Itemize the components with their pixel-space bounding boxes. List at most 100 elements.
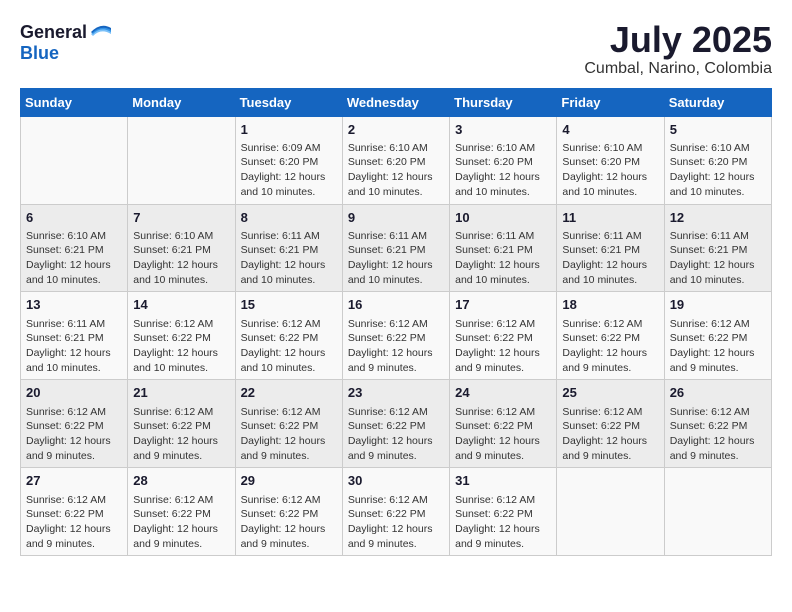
day-info: Sunrise: 6:12 AM Sunset: 6:22 PM Dayligh… [455,317,551,376]
logo-general: General [20,23,87,41]
week-row-3: 13 Sunrise: 6:11 AM Sunset: 6:21 PM Dayli… [21,292,772,380]
day-number: 21 [133,384,229,402]
day-number: 23 [348,384,444,402]
calendar-cell: 16 Sunrise: 6:12 AM Sunset: 6:22 PM Dayli… [342,292,449,380]
day-info: Sunrise: 6:10 AM Sunset: 6:20 PM Dayligh… [562,141,658,200]
calendar-cell: 26 Sunrise: 6:12 AM Sunset: 6:22 PM Dayli… [664,380,771,468]
day-header-saturday: Saturday [664,88,771,116]
title-area: July 2025 Cumbal, Narino, Colombia [584,20,772,78]
calendar-cell: 9 Sunrise: 6:11 AM Sunset: 6:21 PM Daylig… [342,204,449,292]
calendar-cell: 13 Sunrise: 6:11 AM Sunset: 6:21 PM Dayli… [21,292,128,380]
calendar-cell: 1 Sunrise: 6:09 AM Sunset: 6:20 PM Daylig… [235,116,342,204]
day-number: 13 [26,296,122,314]
day-number: 9 [348,209,444,227]
day-number: 29 [241,472,337,490]
day-info: Sunrise: 6:12 AM Sunset: 6:22 PM Dayligh… [348,493,444,552]
calendar-cell [128,116,235,204]
calendar-cell: 12Sunrise: 6:11 AM Sunset: 6:21 PM Dayli… [664,204,771,292]
day-number: 6 [26,209,122,227]
calendar-cell [21,116,128,204]
calendar-cell: 18Sunrise: 6:12 AM Sunset: 6:22 PM Dayli… [557,292,664,380]
day-info: Sunrise: 6:11 AM Sunset: 6:21 PM Dayligh… [26,317,122,376]
calendar-cell: 27 Sunrise: 6:12 AM Sunset: 6:22 PM Dayli… [21,468,128,556]
day-number: 14 [133,296,229,314]
day-header-sunday: Sunday [21,88,128,116]
calendar-cell: 30 Sunrise: 6:12 AM Sunset: 6:22 PM Dayli… [342,468,449,556]
logo-blue: Blue [20,43,59,63]
logo: General Blue [20,20,113,64]
week-row-1: 1 Sunrise: 6:09 AM Sunset: 6:20 PM Daylig… [21,116,772,204]
day-info: Sunrise: 6:10 AM Sunset: 6:21 PM Dayligh… [133,229,229,288]
calendar-cell: 15Sunrise: 6:12 AM Sunset: 6:22 PM Dayli… [235,292,342,380]
day-info: Sunrise: 6:12 AM Sunset: 6:22 PM Dayligh… [241,317,337,376]
day-number: 10 [455,209,551,227]
calendar-cell: 4 Sunrise: 6:10 AM Sunset: 6:20 PM Daylig… [557,116,664,204]
calendar-cell: 6Sunrise: 6:10 AM Sunset: 6:21 PM Daylig… [21,204,128,292]
calendar-cell: 22Sunrise: 6:12 AM Sunset: 6:22 PM Dayli… [235,380,342,468]
day-info: Sunrise: 6:11 AM Sunset: 6:21 PM Dayligh… [348,229,444,288]
day-number: 20 [26,384,122,402]
day-info: Sunrise: 6:12 AM Sunset: 6:22 PM Dayligh… [241,493,337,552]
day-number: 7 [133,209,229,227]
day-number: 26 [670,384,766,402]
calendar-cell: 23 Sunrise: 6:12 AM Sunset: 6:22 PM Dayli… [342,380,449,468]
day-number: 30 [348,472,444,490]
calendar-cell: 7 Sunrise: 6:10 AM Sunset: 6:21 PM Daylig… [128,204,235,292]
day-info: Sunrise: 6:12 AM Sunset: 6:22 PM Dayligh… [455,405,551,464]
calendar-title: July 2025 [584,20,772,60]
day-info: Sunrise: 6:12 AM Sunset: 6:22 PM Dayligh… [348,317,444,376]
calendar-cell: 24 Sunrise: 6:12 AM Sunset: 6:22 PM Dayli… [450,380,557,468]
calendar-cell: 28 Sunrise: 6:12 AM Sunset: 6:22 PM Dayli… [128,468,235,556]
day-number: 16 [348,296,444,314]
logo-icon [89,20,113,44]
header: General Blue July 2025 Cumbal, Narino, C… [20,20,772,78]
day-number: 31 [455,472,551,490]
day-info: Sunrise: 6:12 AM Sunset: 6:22 PM Dayligh… [670,317,766,376]
calendar-cell: 31 Sunrise: 6:12 AM Sunset: 6:22 PM Dayli… [450,468,557,556]
calendar-cell [664,468,771,556]
day-number: 28 [133,472,229,490]
calendar-cell: 3 Sunrise: 6:10 AM Sunset: 6:20 PM Daylig… [450,116,557,204]
day-info: Sunrise: 6:12 AM Sunset: 6:22 PM Dayligh… [562,317,658,376]
day-info: Sunrise: 6:12 AM Sunset: 6:22 PM Dayligh… [348,405,444,464]
calendar-cell: 21 Sunrise: 6:12 AM Sunset: 6:22 PM Dayli… [128,380,235,468]
day-info: Sunrise: 6:12 AM Sunset: 6:22 PM Dayligh… [133,493,229,552]
day-header-wednesday: Wednesday [342,88,449,116]
day-info: Sunrise: 6:12 AM Sunset: 6:22 PM Dayligh… [133,317,229,376]
calendar-cell: 29 Sunrise: 6:12 AM Sunset: 6:22 PM Dayli… [235,468,342,556]
calendar-cell [557,468,664,556]
calendar-subtitle: Cumbal, Narino, Colombia [584,60,772,78]
day-info: Sunrise: 6:10 AM Sunset: 6:20 PM Dayligh… [455,141,551,200]
day-info: Sunrise: 6:12 AM Sunset: 6:22 PM Dayligh… [133,405,229,464]
day-number: 1 [241,121,337,139]
day-number: 4 [562,121,658,139]
week-row-4: 20 Sunrise: 6:12 AM Sunset: 6:22 PM Dayli… [21,380,772,468]
calendar-cell: 11Sunrise: 6:11 AM Sunset: 6:21 PM Dayli… [557,204,664,292]
day-number: 2 [348,121,444,139]
day-header-thursday: Thursday [450,88,557,116]
day-number: 8 [241,209,337,227]
day-info: Sunrise: 6:12 AM Sunset: 6:22 PM Dayligh… [241,405,337,464]
day-info: Sunrise: 6:11 AM Sunset: 6:21 PM Dayligh… [241,229,337,288]
day-number: 17 [455,296,551,314]
calendar-cell: 10Sunrise: 6:11 AM Sunset: 6:21 PM Dayli… [450,204,557,292]
day-info: Sunrise: 6:09 AM Sunset: 6:20 PM Dayligh… [241,141,337,200]
day-number: 25 [562,384,658,402]
day-header-friday: Friday [557,88,664,116]
day-info: Sunrise: 6:12 AM Sunset: 6:22 PM Dayligh… [26,493,122,552]
calendar-cell: 19Sunrise: 6:12 AM Sunset: 6:22 PM Dayli… [664,292,771,380]
day-header-monday: Monday [128,88,235,116]
day-number: 3 [455,121,551,139]
day-number: 5 [670,121,766,139]
day-info: Sunrise: 6:12 AM Sunset: 6:22 PM Dayligh… [455,493,551,552]
header-row: SundayMondayTuesdayWednesdayThursdayFrid… [21,88,772,116]
day-info: Sunrise: 6:10 AM Sunset: 6:20 PM Dayligh… [348,141,444,200]
day-number: 11 [562,209,658,227]
calendar-cell: 17 Sunrise: 6:12 AM Sunset: 6:22 PM Dayli… [450,292,557,380]
day-number: 24 [455,384,551,402]
day-number: 27 [26,472,122,490]
day-number: 12 [670,209,766,227]
calendar-table: SundayMondayTuesdayWednesdayThursdayFrid… [20,88,772,557]
calendar-cell: 20Sunrise: 6:12 AM Sunset: 6:22 PM Dayli… [21,380,128,468]
day-info: Sunrise: 6:12 AM Sunset: 6:22 PM Dayligh… [670,405,766,464]
